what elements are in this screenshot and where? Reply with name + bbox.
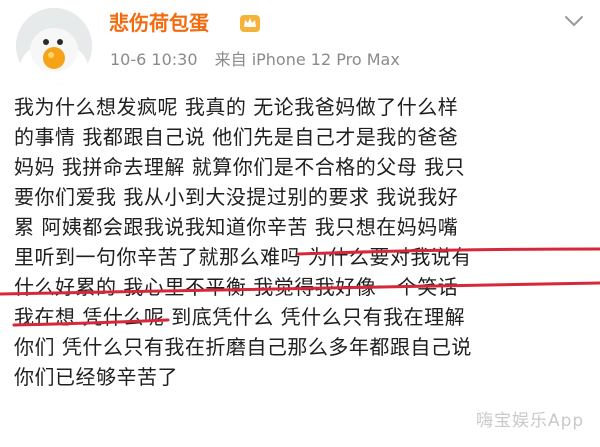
post-line: 妈妈 我拼命去理解 就算你们是不合格的父母 我只 xyxy=(14,155,466,179)
chevron-down-icon[interactable] xyxy=(564,14,584,28)
post-line: 的事情 我都跟自己说 他们先是自己才是我的爸爸 xyxy=(14,125,459,149)
post-source: 来自 iPhone 12 Pro Max xyxy=(214,50,400,69)
post-line: 我在想 凭什么呢 到底凭什么 凭什么只有我在理解 xyxy=(14,305,466,329)
post-line: 我为什么想发疯呢 我真的 无论我爸妈做了什么样 xyxy=(14,95,459,119)
username[interactable]: 悲伤荷包蛋 xyxy=(109,8,209,38)
post-line: 你们 凭什么只有我在折磨自己那么多年都跟自己说 xyxy=(14,335,472,359)
watermark: 嗨宝娱乐App xyxy=(476,411,585,431)
post-line: 你们已经够辛苦了 xyxy=(14,365,178,389)
post-timestamp: 10-6 10:30 xyxy=(110,50,198,69)
avatar[interactable] xyxy=(16,8,92,84)
post-meta: 10-6 10:30 来自 iPhone 12 Pro Max xyxy=(110,48,400,72)
avatar-image xyxy=(16,8,92,84)
post-line: 什么好累的 我心里不平衡 我觉得我好像一个笑话 xyxy=(14,275,459,299)
post-line: 里听到一句你辛苦了就那么难吗 为什么要对我说有 xyxy=(14,245,472,269)
post-body: 我为什么想发疯呢 我真的 无论我爸妈做了什么样 的事情 我都跟自己说 他们先是自… xyxy=(14,92,594,392)
post-header: 悲伤荷包蛋 10-6 10:30 来自 iPhone 12 Pro Max xyxy=(0,0,600,84)
crown-icon xyxy=(240,15,260,32)
post-line: 要你们爱我 我从小到大没提过别的要求 我说我好 xyxy=(14,185,459,209)
post-line: 累 阿姨都会跟我说我知道你辛苦 我只想在妈妈嘴 xyxy=(14,215,459,239)
